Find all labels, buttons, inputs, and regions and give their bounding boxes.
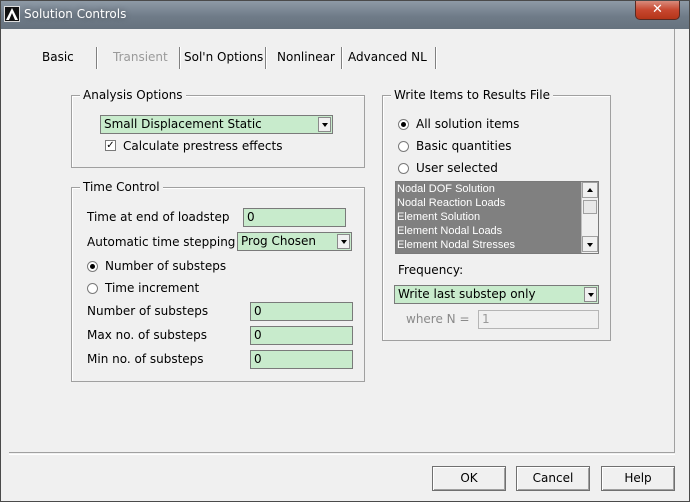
num-substeps-input[interactable]: 0 bbox=[250, 302, 353, 321]
solution-controls-window: Solution Controls ✕ Basic Transient Sol'… bbox=[0, 0, 690, 502]
list-item[interactable]: Element Nodal Loads bbox=[396, 224, 582, 238]
cancel-button[interactable]: Cancel bbox=[516, 466, 590, 491]
listbox-scrollbar[interactable] bbox=[581, 182, 598, 253]
tab-basic-label: Basic bbox=[42, 50, 74, 64]
time-end-label: Time at end of loadstep bbox=[87, 210, 230, 224]
prestress-label: Calculate prestress effects bbox=[123, 139, 283, 153]
scroll-thumb[interactable] bbox=[583, 200, 597, 214]
time-end-input[interactable]: 0 bbox=[243, 208, 346, 227]
bottom-divider bbox=[9, 454, 675, 455]
list-item[interactable]: Element Solution bbox=[396, 210, 582, 224]
ok-button[interactable]: OK bbox=[432, 466, 506, 491]
tab-basic[interactable]: Basic bbox=[39, 47, 77, 69]
where-n-label: where N = bbox=[406, 312, 470, 326]
chevron-down-icon[interactable] bbox=[337, 234, 350, 249]
tab-transient[interactable]: Transient bbox=[110, 47, 171, 69]
chevron-down-icon[interactable] bbox=[584, 287, 597, 302]
substeps-radio-label: Number of substeps bbox=[105, 259, 227, 273]
tab-separator bbox=[265, 47, 267, 69]
result-items-list: Nodal DOF Solution Nodal Reaction Loads … bbox=[396, 182, 582, 253]
all-items-radio-label: All solution items bbox=[416, 117, 520, 131]
auto-time-value: Prog Chosen bbox=[241, 234, 317, 248]
write-items-title: Write Items to Results File bbox=[391, 88, 553, 102]
tab-nonlinear-label: Nonlinear bbox=[277, 50, 335, 64]
min-substeps-label: Min no. of substeps bbox=[87, 352, 204, 366]
tab-advanced-nl-label: Advanced NL bbox=[348, 50, 427, 64]
all-items-radio[interactable] bbox=[398, 119, 409, 130]
num-substeps-label: Number of substeps bbox=[87, 304, 209, 318]
tab-transient-label: Transient bbox=[113, 50, 168, 64]
analysis-type-select[interactable]: Small Displacement Static bbox=[100, 115, 333, 134]
help-button[interactable]: Help bbox=[601, 466, 675, 491]
tab-separator bbox=[341, 47, 343, 69]
scroll-up-icon[interactable] bbox=[582, 182, 598, 198]
scroll-down-icon[interactable] bbox=[582, 236, 598, 252]
time-increment-radio[interactable] bbox=[87, 283, 98, 294]
max-substeps-input[interactable]: 0 bbox=[250, 326, 353, 345]
tab-separator bbox=[96, 47, 98, 69]
basic-quantities-radio[interactable] bbox=[398, 141, 409, 152]
prestress-checkbox[interactable]: ✓ bbox=[105, 140, 116, 151]
tab-soln-options[interactable]: Sol'n Options bbox=[181, 47, 266, 69]
tab-advanced-nl[interactable]: Advanced NL bbox=[345, 47, 430, 69]
result-items-listbox[interactable]: Nodal DOF Solution Nodal Reaction Loads … bbox=[395, 181, 599, 254]
close-button[interactable]: ✕ bbox=[635, 1, 680, 20]
analysis-type-value: Small Displacement Static bbox=[104, 117, 262, 131]
title-bar[interactable]: Solution Controls bbox=[1, 1, 689, 29]
analysis-options-title: Analysis Options bbox=[80, 88, 186, 102]
list-item[interactable]: Nodal Reaction Loads bbox=[396, 196, 582, 210]
basic-quantities-radio-label: Basic quantities bbox=[416, 139, 512, 153]
frequency-value: Write last substep only bbox=[398, 287, 536, 301]
min-substeps-input[interactable]: 0 bbox=[250, 350, 353, 369]
auto-time-select[interactable]: Prog Chosen bbox=[237, 232, 352, 251]
tab-nonlinear[interactable]: Nonlinear bbox=[274, 47, 338, 69]
user-selected-radio-label: User selected bbox=[416, 161, 498, 175]
frequency-select[interactable]: Write last substep only bbox=[394, 285, 599, 304]
where-n-input[interactable]: 1 bbox=[478, 310, 599, 329]
frequency-label: Frequency: bbox=[398, 263, 464, 277]
user-selected-radio[interactable] bbox=[398, 163, 409, 174]
time-increment-radio-label: Time increment bbox=[105, 281, 200, 295]
max-substeps-label: Max no. of substeps bbox=[87, 328, 208, 342]
time-control-title: Time Control bbox=[80, 180, 163, 194]
window-title: Solution Controls bbox=[24, 7, 127, 21]
close-icon: ✕ bbox=[652, 2, 663, 17]
list-item[interactable]: Nodal DOF Solution bbox=[396, 182, 582, 196]
auto-time-label: Automatic time stepping bbox=[87, 235, 236, 249]
ansys-logo-icon bbox=[4, 6, 20, 22]
list-item[interactable]: Element Nodal Stresses bbox=[396, 238, 582, 252]
tab-separator bbox=[435, 47, 437, 69]
chevron-down-icon[interactable] bbox=[318, 117, 331, 132]
substeps-radio[interactable] bbox=[87, 261, 98, 272]
tab-soln-options-label: Sol'n Options bbox=[184, 50, 264, 64]
